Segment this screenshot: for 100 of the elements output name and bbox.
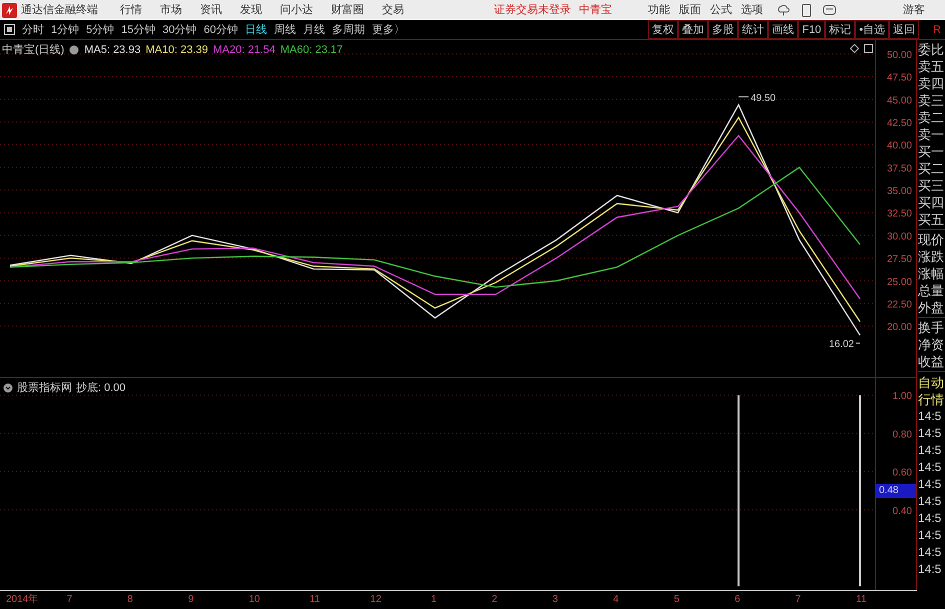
price-annotation: 16.02 xyxy=(828,339,854,350)
date-label: 10 xyxy=(248,594,260,606)
axis-label: 20.00 xyxy=(886,322,912,334)
message-icon[interactable] xyxy=(823,4,836,16)
date-label: 8 xyxy=(127,594,133,606)
period-tab[interactable]: 日线 xyxy=(245,22,267,36)
period-tab[interactable]: 月线 xyxy=(303,22,325,36)
date-label: 7 xyxy=(795,594,801,606)
menu-item[interactable]: 发现 xyxy=(240,3,262,17)
axis-label: 42.50 xyxy=(886,118,912,129)
axis-label: 45.00 xyxy=(886,95,912,106)
menu-item[interactable]: 公式 xyxy=(710,3,732,17)
date-label: 5 xyxy=(674,594,680,606)
menu-item[interactable]: 财富圈 xyxy=(331,3,364,17)
menu-item[interactable]: 功能 xyxy=(648,3,670,17)
quote-label: 涨幅 xyxy=(918,265,945,282)
stock-name: 中青宝 xyxy=(579,3,612,17)
menu-item[interactable]: 交易 xyxy=(382,3,404,17)
axis-label: 0.40 xyxy=(892,506,912,517)
period-tab[interactable]: 周线 xyxy=(274,22,296,36)
quote-label: 卖二 xyxy=(918,109,945,126)
square-icon[interactable] xyxy=(864,44,873,53)
quote-label: 换手 xyxy=(918,319,945,336)
period-tab[interactable]: 更多〉 xyxy=(372,22,405,36)
cursor-value: 0.48 xyxy=(876,484,916,498)
period-tab[interactable]: 多周期 xyxy=(332,22,365,36)
quote-label: 卖一 xyxy=(918,126,945,143)
period-tab[interactable]: 30分钟 xyxy=(162,22,197,36)
axis-label: 0.80 xyxy=(892,429,912,440)
axis-label: 25.00 xyxy=(886,276,912,288)
chart-title: 中青宝(日线) xyxy=(2,43,64,57)
phone-icon[interactable] xyxy=(802,4,811,16)
date-label: 6 xyxy=(734,594,740,606)
legend-label: MA5: 23.93 xyxy=(84,43,141,57)
cloud-icon[interactable] xyxy=(777,4,790,16)
axis-label: 22.50 xyxy=(886,299,912,310)
menu-item[interactable]: 资讯 xyxy=(200,3,222,17)
quote-label: 外盘 xyxy=(918,299,945,316)
axis-label: 50.00 xyxy=(886,50,912,61)
toolbar-button[interactable]: F10 xyxy=(798,20,826,39)
quote-label: 买二 xyxy=(918,160,945,177)
date-label: 3 xyxy=(552,594,558,606)
period-tab[interactable]: 分时 xyxy=(22,22,44,36)
leader-line xyxy=(738,96,750,98)
user-name[interactable]: 游客 xyxy=(903,3,925,17)
quote-label: 总量 xyxy=(918,282,945,299)
period-tab[interactable]: 60分钟 xyxy=(204,22,238,36)
corner-mark: R xyxy=(933,22,941,36)
trade-time: 14:5 xyxy=(918,425,942,442)
trade-time: 14:5 xyxy=(918,493,942,510)
menu-item[interactable]: 选项 xyxy=(741,3,763,17)
menu-item[interactable]: 版面 xyxy=(679,3,701,17)
toolbar-button[interactable]: 复权 xyxy=(648,20,678,39)
quote-label: 买四 xyxy=(918,194,945,211)
trade-time: 14:5 xyxy=(918,544,942,561)
date-label: 4 xyxy=(613,594,619,606)
auto-label: 自动 xyxy=(918,374,945,391)
diamond-icon[interactable] xyxy=(850,44,859,53)
axis-label: 27.50 xyxy=(886,254,912,266)
toolbar-button[interactable]: 标记 xyxy=(825,20,856,39)
price-annotation: 49.50 xyxy=(750,92,776,104)
menu-item[interactable]: 行情 xyxy=(120,3,142,17)
auto-label: 行情 xyxy=(918,391,945,408)
quote-label: 委比 xyxy=(918,41,945,58)
legend-label: MA60: 23.17 xyxy=(280,43,343,57)
axis-label: 0.60 xyxy=(892,468,912,479)
square-icon[interactable] xyxy=(4,24,15,35)
date-label: 11 xyxy=(310,594,320,606)
legend-label: MA20: 21.54 xyxy=(212,43,276,57)
period-tab[interactable]: 5分钟 xyxy=(86,22,114,36)
toolbar-button[interactable]: 多股 xyxy=(708,20,738,39)
trade-time: 14:5 xyxy=(918,510,942,527)
indicator-title: 股票指标网 xyxy=(17,381,72,395)
chevron-circle-icon[interactable] xyxy=(3,383,13,393)
menu-item[interactable]: 市场 xyxy=(160,3,182,17)
toolbar-button[interactable]: 统计 xyxy=(738,20,768,39)
axis-label: 32.50 xyxy=(886,208,912,220)
login-notice[interactable]: 证券交易未登录 xyxy=(494,3,571,17)
axis-label: 30.00 xyxy=(886,231,912,242)
date-label: 7 xyxy=(66,594,72,606)
date-label: 9 xyxy=(188,594,194,606)
quote-label: 买五 xyxy=(918,211,945,228)
toolbar-button[interactable]: •自选 xyxy=(855,20,890,39)
toolbar-button[interactable]: 返回 xyxy=(889,20,920,39)
date-label: 12 xyxy=(370,594,382,606)
quote-label: 卖三 xyxy=(918,92,945,109)
period-tab[interactable]: 15分钟 xyxy=(121,22,156,36)
toolbar-button[interactable]: 画线 xyxy=(768,20,798,39)
toolbar-button[interactable]: 叠加 xyxy=(678,20,708,39)
period-tab[interactable]: 1分钟 xyxy=(51,22,80,36)
leader-line xyxy=(856,342,860,344)
trade-time: 14:5 xyxy=(918,459,942,476)
legend-label: MA10: 23.39 xyxy=(146,43,208,57)
date-label: 2014年 xyxy=(6,594,38,606)
menu-item[interactable]: 问小达 xyxy=(280,3,313,17)
quote-label: 现价 xyxy=(918,231,945,248)
axis-label: 40.00 xyxy=(886,140,912,152)
indicator-reading: 抄底: 0.00 xyxy=(76,381,126,395)
trade-time: 14:5 xyxy=(918,476,942,493)
app-title: 通达信金融终端 xyxy=(21,3,98,17)
